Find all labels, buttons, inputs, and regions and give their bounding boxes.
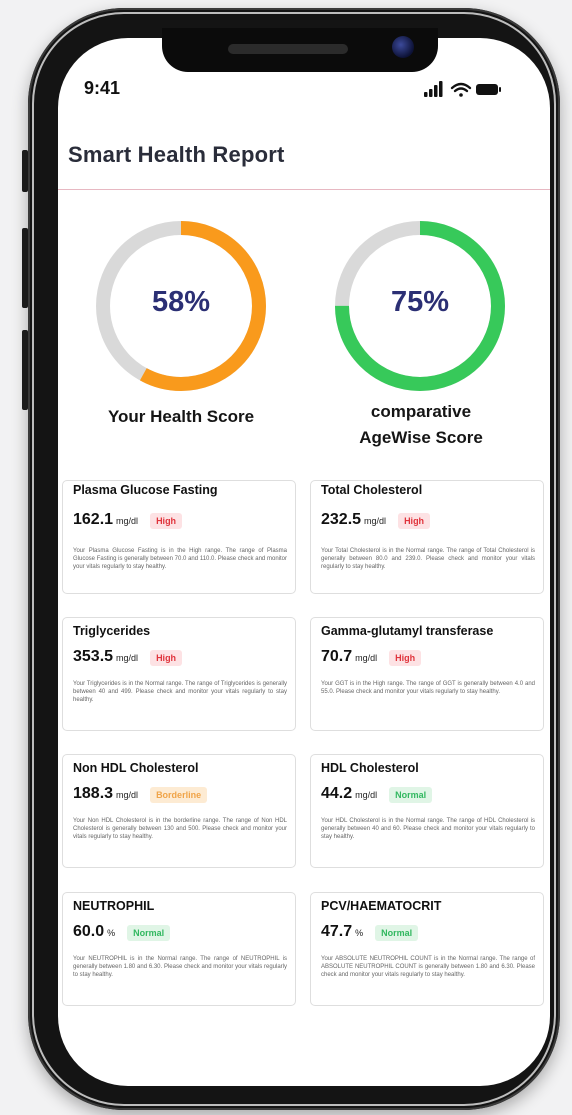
metric-description: Your ABSOLUTE NEUTROPHIL COUNT is in the… bbox=[321, 956, 535, 978]
metric-description: Your Plasma Glucose Fasting is in the Hi… bbox=[73, 548, 287, 570]
side-button-mute bbox=[22, 150, 28, 192]
metric-name: Plasma Glucose Fasting bbox=[73, 483, 218, 497]
metric-name: Total Cholesterol bbox=[321, 483, 423, 497]
metric-unit: % bbox=[107, 928, 116, 938]
metric-value: 70.7 bbox=[321, 648, 353, 665]
metric-description: Your HDL Cholesterol is in the Normal ra… bbox=[321, 818, 535, 840]
metric-card-triglycerides[interactable]: Triglycerides 353.5 mg/dl High Your Trig… bbox=[62, 617, 296, 731]
metric-name: Gamma-glutamyl transferase bbox=[321, 624, 494, 638]
metric-value: 353.5 bbox=[73, 648, 114, 665]
metric-unit: mg/dl bbox=[116, 516, 139, 526]
metric-unit: mg/dl bbox=[116, 790, 139, 800]
status-badge: High bbox=[150, 650, 183, 666]
agewise-score-percent: 75% bbox=[390, 286, 450, 318]
metric-card-neutrophil[interactable]: NEUTROPHIL 60.0 % Normal Your NEUTROPHIL… bbox=[62, 892, 296, 1006]
metric-description: Your GGT is in the High range. The range… bbox=[321, 681, 535, 695]
status-icons bbox=[424, 81, 501, 97]
metric-value: 162.1 bbox=[73, 511, 114, 528]
metric-value: 60.0 bbox=[73, 923, 105, 940]
status-badge: High bbox=[389, 650, 422, 666]
signal-icon bbox=[424, 81, 443, 97]
metric-name: Triglycerides bbox=[73, 624, 151, 638]
metric-unit: mg/dl bbox=[355, 653, 378, 663]
status-time: 9:41 bbox=[84, 78, 121, 98]
metric-unit: mg/dl bbox=[116, 653, 139, 663]
metric-name: PCV/HAEMATOCRIT bbox=[321, 899, 442, 913]
status-badge: Normal bbox=[127, 925, 171, 941]
page-title: Smart Health Report bbox=[68, 142, 285, 167]
speaker-grille bbox=[228, 44, 348, 54]
front-camera bbox=[392, 36, 414, 58]
metric-value: 44.2 bbox=[321, 785, 353, 802]
metric-value: 232.5 bbox=[321, 511, 362, 528]
status-badge: High bbox=[150, 513, 183, 529]
wifi-icon bbox=[450, 82, 472, 97]
health-score-label-text: Your Health Score bbox=[107, 407, 255, 426]
metric-description: Your NEUTROPHIL is in the Normal range. … bbox=[73, 956, 287, 978]
agewise-score-label-line1: comparative bbox=[370, 402, 472, 421]
metric-name: Non HDL Cholesterol bbox=[73, 761, 199, 775]
health-score-gauge: 58% bbox=[91, 216, 271, 396]
status-badge: Normal bbox=[375, 925, 419, 941]
metric-unit: mg/dl bbox=[364, 516, 387, 526]
metric-card-hdl-cholesterol[interactable]: HDL Cholesterol 44.2 mg/dl Normal Your H… bbox=[310, 754, 544, 868]
side-button-volume-up bbox=[22, 228, 28, 308]
metric-value: 188.3 bbox=[73, 785, 114, 802]
metric-card-pcv-haematocrit[interactable]: PCV/HAEMATOCRIT 47.7 % Normal Your ABSOL… bbox=[310, 892, 544, 1006]
agewise-score-label: comparative AgeWise Score bbox=[310, 399, 532, 451]
metric-description: Your Triglycerides is in the Normal rang… bbox=[73, 681, 287, 703]
metric-card-ggt[interactable]: Gamma-glutamyl transferase 70.7 mg/dl Hi… bbox=[310, 617, 544, 731]
metric-card-total-cholesterol[interactable]: Total Cholesterol 232.5 mg/dl High Your … bbox=[310, 480, 544, 594]
agewise-score-gauge: 75% bbox=[330, 216, 510, 396]
side-button-volume-down bbox=[22, 330, 28, 410]
metric-name: HDL Cholesterol bbox=[321, 761, 419, 775]
header-divider bbox=[58, 189, 550, 190]
agewise-score-label-line2: AgeWise Score bbox=[359, 428, 483, 447]
health-score-percent: 58% bbox=[151, 286, 211, 318]
metric-description: Your Total Cholesterol is in the Normal … bbox=[321, 548, 535, 570]
metric-card-plasma-glucose[interactable]: Plasma Glucose Fasting 162.1 mg/dl High … bbox=[62, 480, 296, 594]
health-score-label: Your Health Score bbox=[70, 404, 292, 430]
metric-description: Your Non HDL Cholesterol is in the borde… bbox=[73, 818, 287, 840]
status-badge: High bbox=[398, 513, 431, 529]
battery-icon bbox=[476, 84, 501, 95]
metric-name: NEUTROPHIL bbox=[73, 899, 155, 913]
metric-unit: % bbox=[355, 928, 364, 938]
metric-card-non-hdl-cholesterol[interactable]: Non HDL Cholesterol 188.3 mg/dl Borderli… bbox=[62, 754, 296, 868]
metric-unit: mg/dl bbox=[355, 790, 378, 800]
status-badge: Borderline bbox=[150, 787, 208, 803]
status-badge: Normal bbox=[389, 787, 433, 803]
metric-value: 47.7 bbox=[321, 923, 353, 940]
